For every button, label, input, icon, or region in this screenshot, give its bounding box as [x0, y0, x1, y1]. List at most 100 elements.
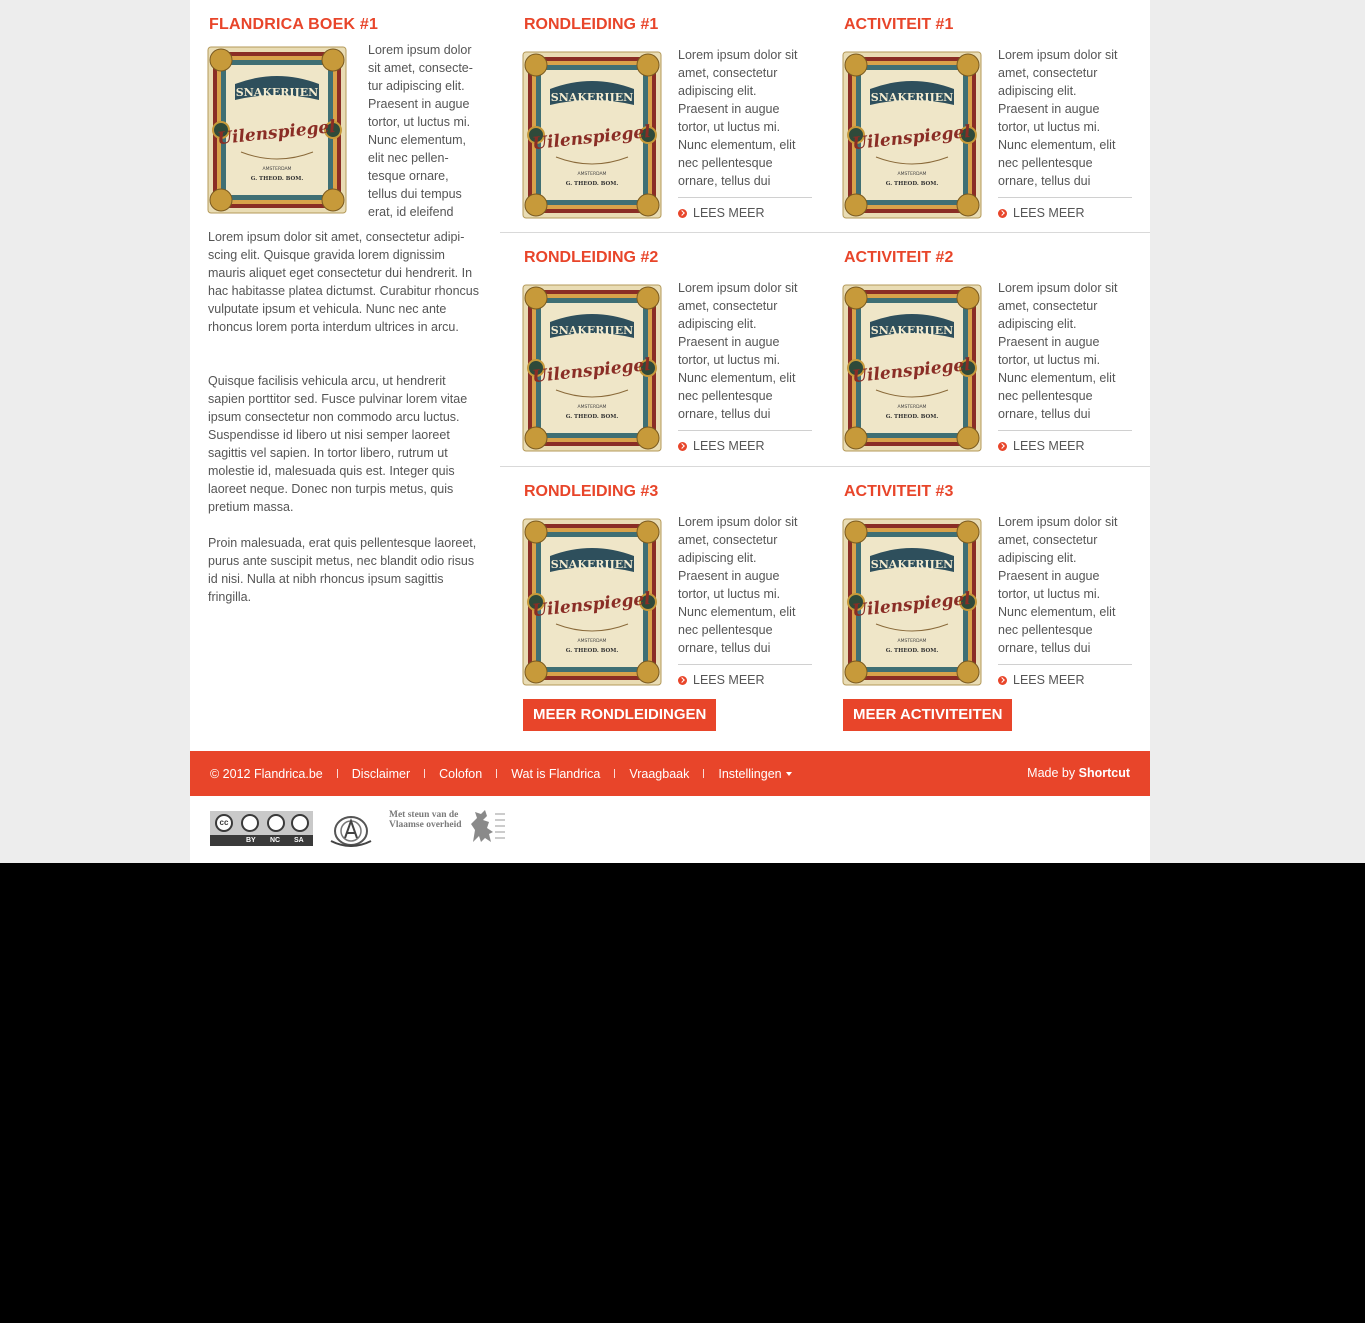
footer-separator	[703, 769, 705, 778]
read-more-label: LEES MEER	[693, 673, 765, 687]
svg-text:G. THEOD. BOM.: G. THEOD. BOM.	[566, 181, 619, 187]
archive-logo-icon[interactable]	[330, 811, 372, 847]
footer-link-about[interactable]: Wat is Flandrica	[511, 767, 600, 781]
arrow-circle-icon	[998, 208, 1007, 218]
divider	[998, 197, 1132, 198]
cc-labels: BY NC SA	[210, 835, 313, 846]
svg-text:AMSTERDAM: AMSTERDAM	[578, 171, 607, 177]
made-by-link[interactable]: Shortcut	[1079, 766, 1130, 780]
svg-text:AMSTERDAM: AMSTERDAM	[898, 638, 927, 644]
book-intro-text: Lorem ipsum dolor sit amet, consecte­tur…	[368, 43, 473, 219]
card-image[interactable]: SNAKERIJEN Uilenspiegel AMSTERDAM G. THE…	[842, 518, 982, 686]
lion-icon	[471, 810, 505, 842]
arrow-circle-icon	[998, 675, 1007, 685]
read-more-link[interactable]: LEES MEER	[678, 673, 765, 687]
read-more-label: LEES MEER	[1013, 673, 1085, 687]
caret-down-icon	[785, 772, 792, 777]
footer-link-colofon[interactable]: Colofon	[439, 767, 482, 781]
book-title[interactable]: FLANDRICA BOEK #1	[209, 16, 378, 34]
svg-text:G. THEOD. BOM.: G. THEOD. BOM.	[251, 176, 304, 182]
card-image[interactable]: SNAKERIJEN Uilenspiegel AMSTERDAM G. THE…	[522, 518, 662, 686]
attribution-icon	[241, 814, 259, 832]
made-by-label: Made by	[1027, 766, 1076, 780]
svg-text:AMSTERDAM: AMSTERDAM	[263, 166, 292, 172]
divider	[678, 664, 812, 665]
sharealike-icon	[291, 814, 309, 832]
cc-label-nc: NC	[270, 837, 281, 844]
footer-settings-dropdown[interactable]: Instellingen	[718, 766, 792, 781]
card-text: Lorem ipsum dolor sit amet, consectetur …	[998, 515, 1118, 655]
flemish-government-logo[interactable]: Met steun van de Vlaamse overheid	[389, 808, 507, 848]
book-feature: FLANDRICA BOEK #1 SNAKERIJEN Uilenspiege…	[190, 0, 500, 751]
divider	[678, 430, 812, 431]
read-more-label: LEES MEER	[1013, 206, 1085, 220]
read-more-link[interactable]: LEES MEER	[998, 439, 1085, 453]
book-cover-image[interactable]: SNAKERIJEN Uilenspiegel AMSTERDAM G. THE…	[207, 46, 347, 214]
footer-links: © 2012 Flandrica.be Disclaimer Colofon W…	[210, 751, 792, 796]
made-by-credit: Made by Shortcut	[1027, 751, 1130, 796]
tours-activities-grid: RONDLEIDING #1 SNAKERIJEN Uilenspiegel A…	[500, 0, 1150, 751]
svg-text:G. THEOD. BOM.: G. THEOD. BOM.	[886, 181, 939, 187]
card-text: Lorem ipsum dolor sit amet, consectetur …	[678, 515, 798, 655]
footer-link-faq[interactable]: Vraagbaak	[629, 767, 689, 781]
arrow-circle-icon	[678, 675, 687, 685]
svg-text:SNAKERIJEN: SNAKERIJEN	[871, 324, 953, 337]
read-more-link[interactable]: LEES MEER	[998, 206, 1085, 220]
creative-commons-badge[interactable]: cc BY NC SA	[210, 811, 313, 846]
cc-icon: cc	[215, 814, 233, 832]
noncommercial-icon	[267, 814, 285, 832]
cc-label-by: BY	[246, 837, 256, 844]
card-image[interactable]: SNAKERIJEN Uilenspiegel AMSTERDAM G. THE…	[522, 51, 662, 219]
read-more-link[interactable]: LEES MEER	[678, 439, 765, 453]
read-more-link[interactable]: LEES MEER	[678, 206, 765, 220]
read-more-label: LEES MEER	[693, 439, 765, 453]
card-image[interactable]: SNAKERIJEN Uilenspiegel AMSTERDAM G. THE…	[522, 284, 662, 452]
card-title[interactable]: RONDLEIDING #2	[524, 249, 658, 267]
svg-text:SNAKERIJEN: SNAKERIJEN	[236, 86, 318, 99]
footer-copyright[interactable]: © 2012 Flandrica.be	[210, 767, 323, 781]
footer-separator	[336, 769, 338, 778]
book-paragraph-2: Quisque facilisis vehicula arcu, ut hend…	[208, 374, 468, 514]
svg-text:G. THEOD. BOM.: G. THEOD. BOM.	[566, 648, 619, 654]
card-title[interactable]: RONDLEIDING #1	[524, 16, 658, 34]
footer-separator	[496, 769, 498, 778]
cc-label-sa: SA	[294, 837, 304, 844]
card-title[interactable]: ACTIVITEIT #3	[844, 483, 953, 501]
read-more-link[interactable]: LEES MEER	[998, 673, 1085, 687]
read-more-label: LEES MEER	[1013, 439, 1085, 453]
card-text: Lorem ipsum dolor sit amet, consectetur …	[678, 48, 798, 188]
card-title[interactable]: ACTIVITEIT #2	[844, 249, 953, 267]
svg-text:G. THEOD. BOM.: G. THEOD. BOM.	[886, 414, 939, 420]
card-text: Lorem ipsum dolor sit amet, consectetur …	[998, 281, 1118, 421]
svg-text:AMSTERDAM: AMSTERDAM	[578, 638, 607, 644]
footer-separator	[424, 769, 426, 778]
book-paragraph-3: Proin malesuada, erat quis pellentesque …	[208, 536, 477, 604]
svg-text:SNAKERIJEN: SNAKERIJEN	[551, 324, 633, 337]
card-title[interactable]: RONDLEIDING #3	[524, 483, 658, 501]
svg-text:AMSTERDAM: AMSTERDAM	[578, 404, 607, 410]
card-title[interactable]: ACTIVITEIT #1	[844, 16, 953, 34]
book-paragraph-1: Lorem ipsum dolor sit amet, consectetur …	[208, 230, 479, 334]
svg-text:SNAKERIJEN: SNAKERIJEN	[871, 91, 953, 104]
card-text: Lorem ipsum dolor sit amet, consectetur …	[678, 281, 798, 421]
arrow-circle-icon	[998, 441, 1007, 451]
card-text: Lorem ipsum dolor sit amet, consectetur …	[998, 48, 1118, 188]
read-more-label: LEES MEER	[693, 206, 765, 220]
svg-text:AMSTERDAM: AMSTERDAM	[898, 171, 927, 177]
footer-bar: © 2012 Flandrica.be Disclaimer Colofon W…	[190, 751, 1150, 796]
svg-text:SNAKERIJEN: SNAKERIJEN	[551, 91, 633, 104]
svg-text:SNAKERIJEN: SNAKERIJEN	[871, 558, 953, 571]
divider	[998, 664, 1132, 665]
svg-text:SNAKERIJEN: SNAKERIJEN	[551, 558, 633, 571]
svg-text:G. THEOD. BOM.: G. THEOD. BOM.	[886, 648, 939, 654]
more-activities-button[interactable]: MEER ACTIVITEITEN	[843, 699, 1013, 731]
card-image[interactable]: SNAKERIJEN Uilenspiegel AMSTERDAM G. THE…	[842, 51, 982, 219]
divider	[998, 430, 1132, 431]
divider	[678, 197, 812, 198]
footer-link-disclaimer[interactable]: Disclaimer	[352, 767, 410, 781]
footer-separator	[614, 769, 616, 778]
more-tours-button[interactable]: MEER RONDLEIDINGEN	[523, 699, 717, 731]
row-divider	[500, 466, 1150, 467]
card-image[interactable]: SNAKERIJEN Uilenspiegel AMSTERDAM G. THE…	[842, 284, 982, 452]
settings-label: Instellingen	[718, 766, 782, 781]
